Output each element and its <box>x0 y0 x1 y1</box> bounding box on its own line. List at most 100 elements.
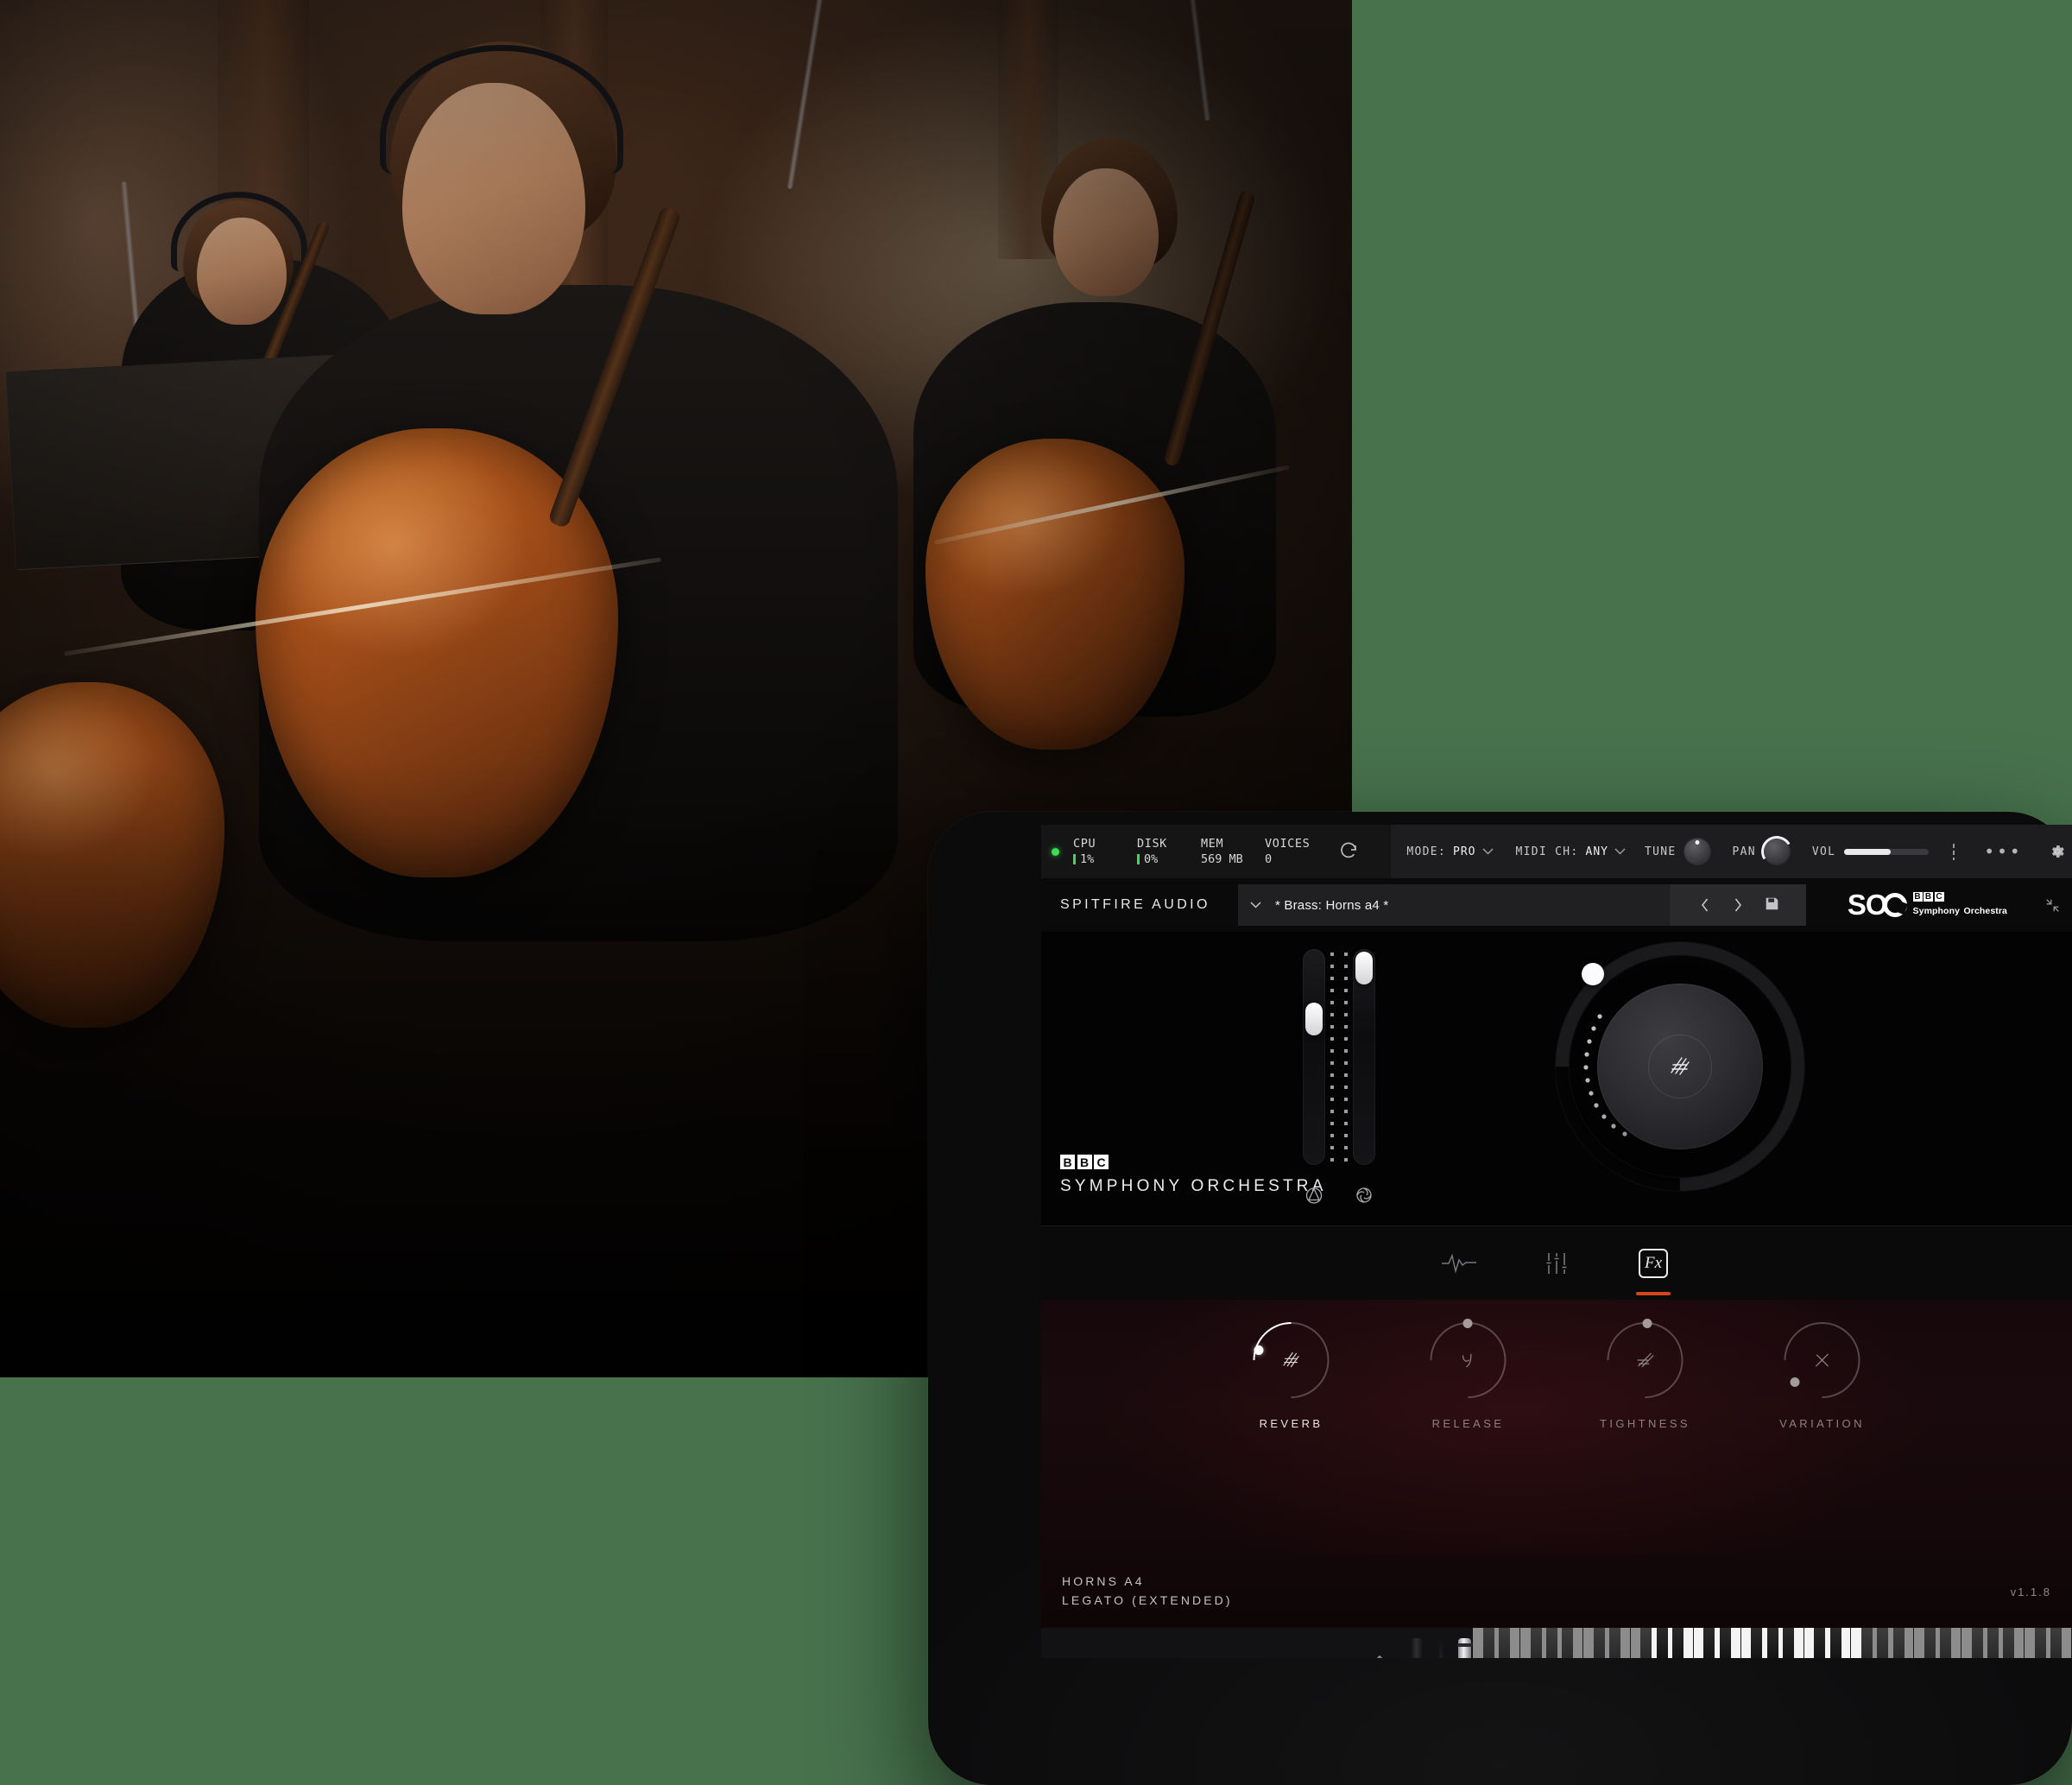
white-key[interactable] <box>1662 1628 1678 1658</box>
white-key[interactable] <box>1582 1628 1600 1658</box>
preset-selector[interactable]: * Brass: Horns a4 * <box>1238 884 1670 926</box>
mod-wheel[interactable] <box>1457 1637 1472 1658</box>
white-key[interactable] <box>1898 1628 1915 1658</box>
fx-knob-variation: VARIATION <box>1768 1306 1876 1430</box>
chevron-up-icon[interactable] <box>1374 1651 1386 1658</box>
floppy-disk-icon[interactable] <box>1765 896 1778 914</box>
white-key[interactable] <box>1599 1628 1615 1658</box>
tightness-dial[interactable] <box>1591 1306 1699 1415</box>
dynamics-fader-column <box>1303 949 1334 1206</box>
white-key[interactable] <box>1930 1628 1946 1658</box>
pitch-wheel[interactable] <box>1411 1637 1424 1658</box>
white-key[interactable] <box>1961 1628 1978 1658</box>
expression-fader-column <box>1344 949 1375 1206</box>
white-key[interactable] <box>1788 1628 1804 1658</box>
fader-group <box>1303 949 1375 1206</box>
tab-mixer[interactable] <box>1533 1240 1580 1287</box>
white-key[interactable] <box>1882 1628 1899 1658</box>
white-key[interactable] <box>1614 1628 1631 1658</box>
mem-label: MEM <box>1201 836 1224 851</box>
white-key[interactable] <box>1646 1628 1663 1658</box>
voices-label: VOICES <box>1265 836 1311 851</box>
midi-ch-value[interactable]: ANY <box>1586 845 1608 858</box>
white-key[interactable] <box>1725 1628 1741 1658</box>
pan-knob[interactable] <box>1758 832 1796 870</box>
white-key[interactable] <box>1740 1628 1757 1658</box>
reverb-mix-knob[interactable] <box>1504 890 1856 1249</box>
piano-keyboard[interactable] <box>1473 1628 2072 1658</box>
tab-fx[interactable]: Fx <box>1630 1240 1677 1295</box>
spitfire-brand-label: SPITFIRE AUDIO <box>1060 897 1210 912</box>
screenshot-root: CPU 1% DISK 0% MEM 569 MB VOICES 0 MODE:… <box>0 0 2072 1785</box>
white-key[interactable] <box>1709 1628 1726 1658</box>
octave-stepper[interactable]: 0 <box>1374 1651 1386 1658</box>
white-key[interactable] <box>2056 1628 2072 1658</box>
chevron-left-icon[interactable] <box>1699 896 1711 914</box>
release-label: RELEASE <box>1431 1417 1505 1430</box>
tab-adsr[interactable] <box>1437 1240 1483 1287</box>
bbc-brand-boxes: B B C <box>1060 1155 1327 1169</box>
mode-label: MODE: <box>1406 845 1447 858</box>
collapse-icon[interactable] <box>2045 898 2060 913</box>
bbc-symphony-brand: B B C SYMPHONY ORCHESTRA <box>1060 1155 1327 1196</box>
mode-chevron-down-icon[interactable] <box>1481 848 1494 855</box>
white-key[interactable] <box>1519 1628 1537 1658</box>
tune-knob[interactable] <box>1684 839 1710 864</box>
white-key[interactable] <box>1536 1628 1552 1658</box>
white-key[interactable] <box>1977 1628 1993 1658</box>
white-key[interactable] <box>1693 1628 1709 1658</box>
dynamics-fader[interactable] <box>1303 949 1334 1165</box>
bbc-box-1: B <box>1912 891 1923 902</box>
white-key[interactable] <box>1473 1628 1489 1658</box>
reload-icon[interactable] <box>1334 837 1363 866</box>
vol-label: VOL <box>1811 845 1836 858</box>
white-key[interactable] <box>1993 1628 2010 1658</box>
symphony-orchestra-label: SYMPHONY ORCHESTRA <box>1060 1177 1327 1195</box>
so-letter-o <box>1882 893 1907 917</box>
reverb-glyph <box>1648 1035 1712 1098</box>
white-key[interactable] <box>1630 1628 1646 1658</box>
white-key[interactable] <box>1756 1628 1773 1658</box>
preset-toolbar: SPITFIRE AUDIO * Brass: Horns a4 * SO B … <box>1041 878 2072 932</box>
dynamics-icon <box>1303 1184 1325 1206</box>
expression-fader-ticks <box>1344 953 1348 1163</box>
white-key[interactable] <box>1914 1628 1930 1658</box>
voices-value: 0 <box>1265 852 1273 866</box>
white-key[interactable] <box>1551 1628 1568 1658</box>
midi-ch-chevron-down-icon[interactable] <box>1614 848 1626 855</box>
disk-label: DISK <box>1137 836 1167 851</box>
white-key[interactable] <box>1804 1628 1820 1658</box>
chevron-right-icon[interactable] <box>1732 896 1744 914</box>
white-key[interactable] <box>1945 1628 1962 1658</box>
white-key[interactable] <box>1835 1628 1852 1658</box>
reverb-dial[interactable] <box>1237 1306 1345 1415</box>
preset-chevron-down-icon[interactable] <box>1250 902 1261 908</box>
mem-meter: MEM 569 MB <box>1201 836 1246 867</box>
gear-icon[interactable] <box>2049 843 2066 860</box>
white-key[interactable] <box>2025 1628 2041 1658</box>
cpu-bar <box>1073 854 1076 865</box>
release-dial[interactable] <box>1414 1306 1522 1415</box>
mode-value[interactable]: PRO <box>1453 845 1475 858</box>
white-key[interactable] <box>1488 1628 1505 1658</box>
fx-knob-release: RELEASE <box>1414 1306 1522 1430</box>
expression-panel: B B C SYMPHONY ORCHESTRA <box>1041 890 2072 1249</box>
white-key[interactable] <box>2009 1628 2025 1658</box>
variation-label: VARIATION <box>1779 1417 1865 1430</box>
white-key[interactable] <box>1567 1628 1583 1658</box>
white-keys[interactable] <box>1473 1628 2072 1658</box>
white-key[interactable] <box>1772 1628 1789 1658</box>
variation-dial[interactable] <box>1768 1306 1876 1415</box>
cpu-label: CPU <box>1073 836 1096 851</box>
overflow-menu-button[interactable]: ••• <box>1984 843 2022 860</box>
volume-slider[interactable] <box>1844 848 1930 855</box>
white-key[interactable] <box>1504 1628 1520 1658</box>
white-key[interactable] <box>1867 1628 1883 1658</box>
white-key[interactable] <box>1819 1628 1836 1658</box>
cpu-value-row: 1% <box>1073 851 1118 867</box>
white-key[interactable] <box>1677 1628 1694 1658</box>
expression-fader[interactable] <box>1344 949 1375 1165</box>
white-key[interactable] <box>2040 1628 2056 1658</box>
bbc-boxes: B B C <box>1912 891 2007 902</box>
white-key[interactable] <box>1851 1628 1867 1658</box>
